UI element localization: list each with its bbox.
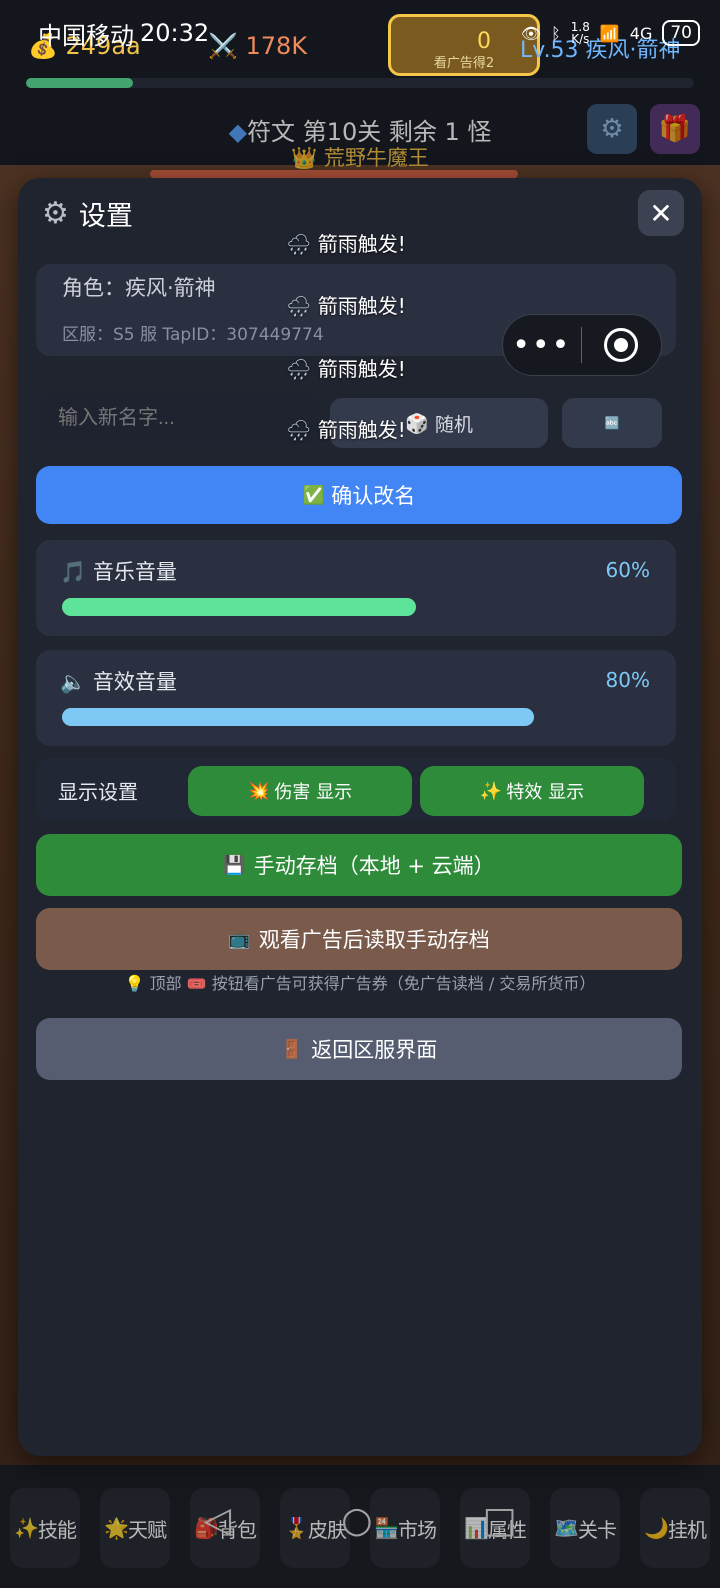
sfx-volume-fill — [62, 708, 534, 726]
target-icon — [604, 328, 639, 362]
music-volume-percent: 60% — [605, 558, 650, 582]
music-note-icon: 🎵 — [60, 560, 87, 584]
rain-cloud-icon: 🌧 — [286, 232, 312, 256]
close-miniapp-button[interactable] — [582, 328, 662, 362]
role-label: 角色：疾风·箭神 — [62, 276, 216, 300]
lightbulb-icon: 💡 — [124, 974, 145, 993]
display-settings-label: 显示设置 — [58, 780, 138, 804]
status-bar: 中国移动 20:32 — [38, 16, 209, 50]
floating-combat-text: 🌧 箭雨触发! — [286, 294, 406, 318]
floating-combat-text: 🌧 箭雨触发! — [286, 232, 406, 256]
settings-panel: ⚙ 设置 ✕ 🌧 箭雨触发! 角色：疾风·箭神 区服：S5 服 TapID：30… — [18, 178, 702, 1456]
ad-tip-text: 💡 顶部 🎟️ 按钮看广告可获得广告券（免广告读档 / 交易所货币） — [124, 974, 596, 993]
rain-cloud-icon: 🌧 — [286, 294, 312, 318]
confirm-rename-button[interactable]: ✅ 确认改名 — [36, 466, 682, 524]
clock: 20:32 — [140, 19, 210, 47]
status-icons: 👁 ᛒ 1.8 K/s 📶 4G 70 — [521, 18, 700, 48]
effects-display-toggle[interactable]: ✨ 特效 显示 — [420, 766, 644, 816]
network-type: 4G — [629, 23, 653, 43]
sfx-volume-label: 🔈 音效音量 — [60, 670, 177, 694]
ad-reward-button[interactable]: 0 看广告得2 — [388, 14, 540, 76]
sparkles-icon: ✨ — [479, 780, 503, 802]
tv-icon: 📺 — [228, 928, 251, 950]
floating-combat-text: 🌧 箭雨触发! — [286, 357, 406, 381]
ad-load-save-button[interactable]: 📺 观看广告后读取手动存档 — [36, 908, 682, 970]
manual-save-button[interactable]: 💾 手动存档（本地 + 云端） — [36, 834, 682, 896]
bluetooth-icon: ᛒ — [551, 23, 561, 43]
rain-cloud-icon: 🌧 — [286, 357, 312, 381]
wifi-icon: 📶 — [599, 23, 620, 43]
display-settings-row: 显示设置 💥 伤害 显示 ✨ 特效 显示 — [36, 758, 676, 820]
attack-counter: ⚔️ 178K — [208, 32, 308, 60]
door-icon: 🚪 — [280, 1038, 304, 1060]
explosion-icon: 💥 — [247, 780, 271, 802]
settings-title: 设置 — [78, 201, 133, 232]
close-icon: ✕ — [649, 196, 673, 230]
floating-combat-text: 🌧 箭雨触发! — [286, 418, 406, 442]
eye-icon: 👁 — [520, 23, 542, 43]
return-server-button[interactable]: 🚪 返回区服界面 — [36, 1018, 682, 1080]
close-button[interactable]: ✕ — [638, 190, 684, 236]
sfx-volume-slider[interactable] — [62, 708, 652, 726]
damage-display-toggle[interactable]: 💥 伤害 显示 — [188, 766, 412, 816]
net-speed: 1.8 K/s — [570, 20, 590, 46]
checkmark-icon: ✅ — [302, 484, 326, 506]
music-volume-fill — [62, 598, 416, 616]
ad-reward-label: 看广告得2 — [433, 56, 495, 71]
miniapp-capsule: ••• — [502, 314, 662, 376]
more-dots-icon[interactable]: ••• — [503, 328, 581, 363]
gear-icon: ⚙ — [42, 196, 69, 231]
settings-header: ⚙ 设置 — [42, 194, 133, 233]
abc-icon: 🔤 — [604, 416, 620, 430]
sfx-volume-card: 🔈 音效音量 80% — [36, 650, 676, 746]
music-volume-slider[interactable] — [62, 598, 652, 616]
music-volume-card: 🎵 音乐音量 60% — [36, 540, 676, 636]
rain-cloud-icon: 🌧 — [286, 418, 312, 442]
battery-indicator: 70 — [662, 20, 700, 46]
server-label: 区服：S5 服 TapID：307449774 — [62, 325, 324, 345]
speaker-icon: 🔈 — [60, 670, 87, 694]
carrier-label: 中国移动 — [38, 21, 134, 50]
sfx-volume-percent: 80% — [605, 668, 650, 692]
music-volume-label: 🎵 音乐音量 — [60, 560, 177, 584]
dice-icon: 🎲 — [405, 412, 429, 435]
abc-keyboard-button[interactable]: 🔤 — [562, 398, 662, 448]
floppy-disk-icon: 💾 — [223, 854, 246, 876]
new-name-input[interactable] — [38, 392, 320, 444]
ad-ticket-count: 0 — [477, 29, 491, 54]
